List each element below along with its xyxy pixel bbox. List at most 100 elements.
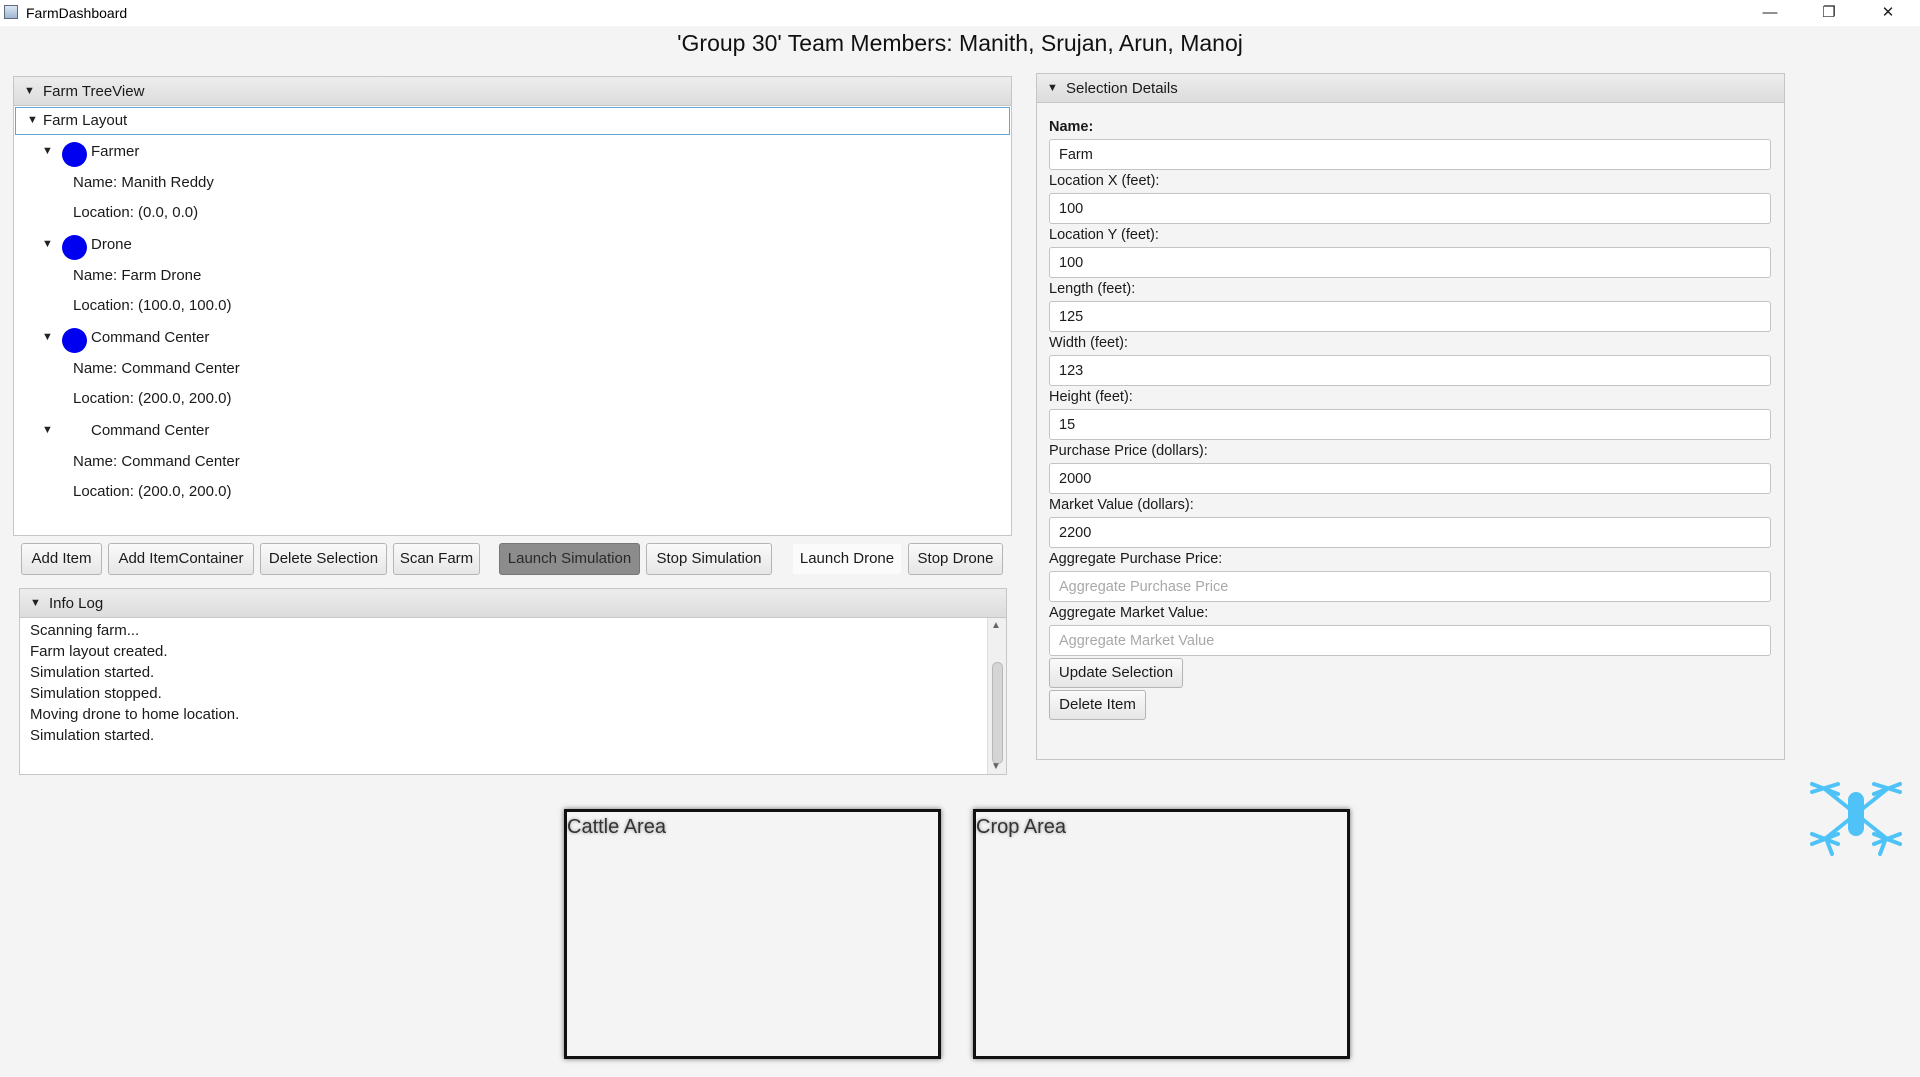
scroll-down-icon[interactable]: ▼ (991, 761, 1001, 772)
stop-drone-button[interactable]: Stop Drone (908, 543, 1003, 575)
tree-item-label: Name: Command Center (73, 360, 240, 377)
width-field[interactable] (1049, 355, 1771, 386)
collapse-arrow-icon: ▼ (24, 85, 35, 97)
tree-item-detail[interactable]: Name: Command Center (14, 447, 1011, 477)
tree-item-detail[interactable]: Name: Farm Drone (14, 261, 1011, 291)
cattle-area[interactable]: Cattle Area (564, 809, 941, 1059)
tree-item-label: Farmer (91, 143, 140, 160)
tree-item-detail[interactable]: Location: (200.0, 200.0) (14, 384, 1011, 414)
drone-dot-icon (62, 235, 87, 260)
tree-item-drone[interactable]: ▼ Drone (14, 230, 1011, 260)
add-item-container-button[interactable]: Add ItemContainer (108, 543, 254, 575)
location-x-field[interactable] (1049, 193, 1771, 224)
tree-item-detail[interactable]: Name: Manith Reddy (14, 168, 1011, 198)
tree-item-label: Farm Layout (43, 112, 128, 129)
purchase-price-label: Purchase Price (dollars): (1049, 443, 1208, 459)
tree-item-detail[interactable]: Location: (200.0, 200.0) (14, 477, 1011, 507)
launch-drone-button[interactable]: Launch Drone (792, 543, 902, 575)
location-y-field[interactable] (1049, 247, 1771, 278)
update-selection-button[interactable]: Update Selection (1049, 658, 1183, 688)
tree-item-label: Name: Command Center (73, 453, 240, 470)
aggregate-market-value-label: Aggregate Market Value: (1049, 605, 1209, 621)
log-line: Simulation started. (30, 727, 155, 744)
log-line: Scanning farm... (30, 622, 140, 639)
launch-simulation-button[interactable]: Launch Simulation (499, 543, 640, 575)
collapse-arrow-icon: ▼ (30, 597, 41, 609)
log-line: Simulation stopped. (30, 685, 162, 702)
expand-arrow-icon[interactable]: ▼ (42, 238, 53, 250)
delete-selection-button[interactable]: Delete Selection (260, 543, 387, 575)
app-icon (4, 5, 18, 19)
log-line: Farm layout created. (30, 643, 168, 660)
purchase-price-field[interactable] (1049, 463, 1771, 494)
name-field[interactable] (1049, 139, 1771, 170)
tree-item-label: Name: Manith Reddy (73, 174, 214, 191)
minimize-button[interactable]: — (1742, 0, 1798, 26)
expand-arrow-icon[interactable]: ▼ (42, 145, 53, 157)
info-log-header[interactable]: ▼ Info Log (20, 589, 1006, 618)
length-label: Length (feet): (1049, 281, 1136, 297)
crop-area-label: Crop Area (976, 816, 1067, 838)
tree-item-detail[interactable]: Location: (0.0, 0.0) (14, 198, 1011, 228)
farm-treeview-panel: ▼ Farm TreeView ▼ Farm Layout ▼ Farmer N… (13, 76, 1012, 536)
log-line: Moving drone to home location. (30, 706, 240, 723)
log-scrollbar[interactable]: ▲ ▼ (987, 618, 1006, 774)
length-field[interactable] (1049, 301, 1771, 332)
page-title: 'Group 30' Team Members: Manith, Srujan,… (677, 30, 1243, 56)
tree-item-label: Name: Farm Drone (73, 267, 202, 284)
tree-item-label: Drone (91, 236, 132, 253)
tree-item-label: Command Center (91, 422, 210, 439)
selection-details-header[interactable]: ▼ Selection Details (1037, 74, 1784, 103)
tree-item-label: Location: (200.0, 200.0) (73, 483, 232, 500)
log-line: Simulation started. (30, 664, 155, 681)
add-item-button[interactable]: Add Item (21, 543, 102, 575)
tree-item-label: Location: (200.0, 200.0) (73, 390, 232, 407)
tree-item-farm-layout[interactable]: ▼ Farm Layout (14, 106, 1011, 136)
scroll-thumb[interactable] (992, 662, 1003, 764)
drone-icon[interactable] (1808, 770, 1904, 858)
aggregate-market-value-field[interactable] (1049, 625, 1771, 656)
scroll-up-icon[interactable]: ▲ (991, 620, 1001, 631)
name-label: Name: (1049, 119, 1094, 135)
expand-arrow-icon[interactable]: ▼ (27, 114, 38, 126)
tree-item-command-center[interactable]: ▼ Command Center (14, 416, 1011, 446)
aggregate-purchase-price-label: Aggregate Purchase Price: (1049, 551, 1223, 567)
maximize-button[interactable]: ❐ (1801, 0, 1857, 26)
selection-details-title: Selection Details (1066, 80, 1178, 97)
aggregate-purchase-price-field[interactable] (1049, 571, 1771, 602)
expand-arrow-icon[interactable]: ▼ (42, 424, 53, 436)
location-x-label: Location X (feet): (1049, 173, 1160, 189)
tree-item-label: Location: (0.0, 0.0) (73, 204, 199, 221)
scan-farm-button[interactable]: Scan Farm (393, 543, 480, 575)
expand-arrow-icon[interactable]: ▼ (42, 331, 53, 343)
tree-item-command-center[interactable]: ▼ Command Center (14, 323, 1011, 353)
cattle-area-label: Cattle Area (567, 816, 666, 838)
location-y-label: Location Y (feet): (1049, 227, 1159, 243)
tree-item-farmer[interactable]: ▼ Farmer (14, 137, 1011, 167)
delete-item-button[interactable]: Delete Item (1049, 690, 1146, 720)
info-log-panel: ▼ Info Log Scanning farm... Farm layout … (19, 588, 1007, 775)
info-log-title: Info Log (49, 595, 104, 612)
height-field[interactable] (1049, 409, 1771, 440)
width-label: Width (feet): (1049, 335, 1128, 351)
crop-area[interactable]: Crop Area (973, 809, 1350, 1059)
farm-treeview-title: Farm TreeView (43, 83, 145, 100)
window-titlebar: FarmDashboard — ❐ ✕ (0, 0, 1920, 26)
selection-details-panel: ▼ Selection Details Name: Location X (fe… (1036, 73, 1785, 760)
farm-treeview-header[interactable]: ▼ Farm TreeView (14, 77, 1011, 106)
tree-item-label: Command Center (91, 329, 210, 346)
collapse-arrow-icon: ▼ (1047, 82, 1058, 94)
market-value-field[interactable] (1049, 517, 1771, 548)
command-center-dot-icon (62, 328, 87, 353)
farm-tree[interactable]: ▼ Farm Layout ▼ Farmer Name: Manith Redd… (14, 106, 1011, 535)
close-button[interactable]: ✕ (1860, 0, 1916, 26)
height-label: Height (feet): (1049, 389, 1133, 405)
tree-item-detail[interactable]: Name: Command Center (14, 354, 1011, 384)
window-title: FarmDashboard (26, 5, 128, 21)
tree-item-detail[interactable]: Location: (100.0, 100.0) (14, 291, 1011, 321)
market-value-label: Market Value (dollars): (1049, 497, 1194, 513)
tree-item-label: Location: (100.0, 100.0) (73, 297, 232, 314)
info-log-text[interactable]: Scanning farm... Farm layout created. Si… (20, 618, 988, 774)
farmer-dot-icon (62, 142, 87, 167)
stop-simulation-button[interactable]: Stop Simulation (646, 543, 772, 575)
